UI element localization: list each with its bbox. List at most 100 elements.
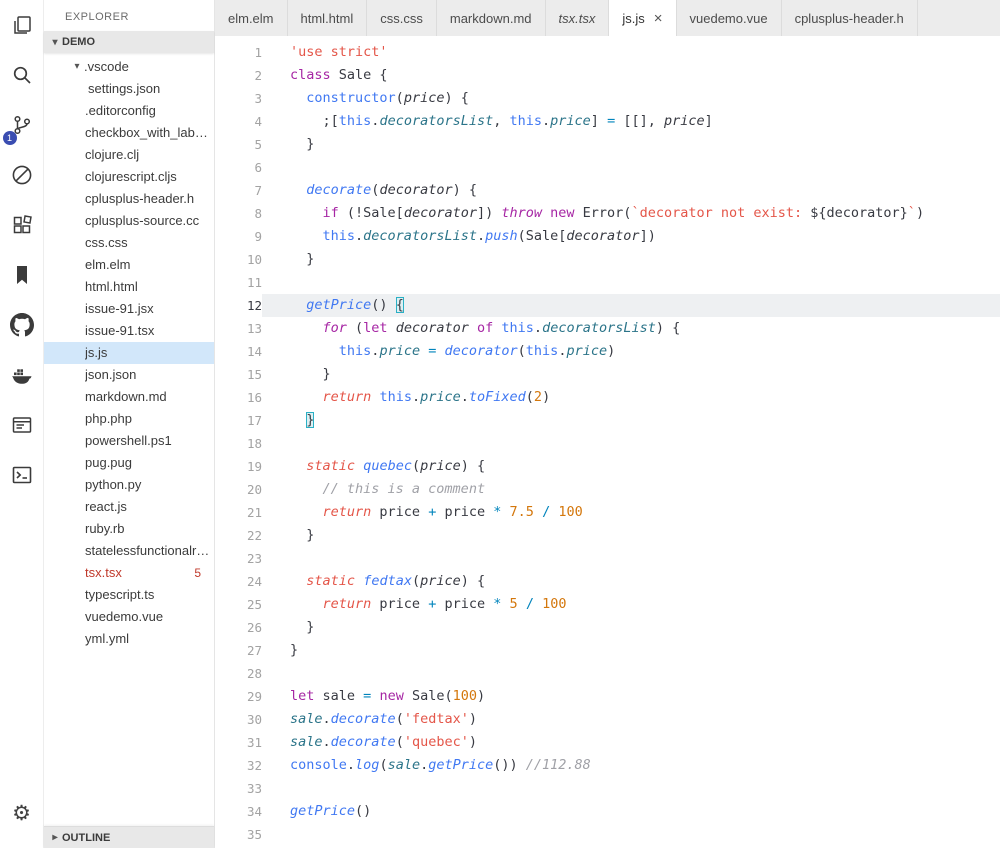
docker-icon[interactable] (0, 350, 44, 400)
line-number[interactable]: 11 (215, 271, 262, 294)
line-number[interactable]: 12 (215, 294, 262, 317)
terminal-icon[interactable] (0, 450, 44, 500)
file-item-python.py[interactable]: python.py (44, 474, 214, 496)
file-item-php.php[interactable]: php.php (44, 408, 214, 430)
bookmarks-icon[interactable] (0, 250, 44, 300)
files-icon[interactable] (0, 0, 44, 50)
file-item-clojure.clj[interactable]: clojure.clj (44, 144, 214, 166)
tab-js.js[interactable]: js.js (609, 0, 676, 36)
preview-icon[interactable] (0, 400, 44, 450)
code-line[interactable]: 26 } (215, 616, 1000, 639)
file-item-clojurescript.cljs[interactable]: clojurescript.cljs (44, 166, 214, 188)
file-item-ruby.rb[interactable]: ruby.rb (44, 518, 214, 540)
line-number[interactable]: 15 (215, 363, 262, 386)
tab-markdown.md[interactable]: markdown.md (437, 0, 546, 36)
line-number[interactable]: 2 (215, 64, 262, 87)
line-number[interactable]: 14 (215, 340, 262, 363)
code-line[interactable]: 8 if (!Sale[decorator]) throw new Error(… (215, 202, 1000, 225)
code-line[interactable]: 10 } (215, 248, 1000, 271)
file-item-vuedemo.vue[interactable]: vuedemo.vue (44, 606, 214, 628)
line-number[interactable]: 17 (215, 409, 262, 432)
close-icon[interactable] (654, 10, 663, 27)
line-number[interactable]: 5 (215, 133, 262, 156)
line-number[interactable]: 33 (215, 777, 262, 800)
code-line[interactable]: 18 (215, 432, 1000, 455)
file-item-settings.json[interactable]: settings.json (44, 78, 214, 100)
line-number[interactable]: 35 (215, 823, 262, 846)
code-line[interactable]: 14 this.price = decorator(this.price) (215, 340, 1000, 363)
tab-html.html[interactable]: html.html (288, 0, 368, 36)
file-item-markdown.md[interactable]: markdown.md (44, 386, 214, 408)
file-item-cplusplus-source.cc[interactable]: cplusplus-source.cc (44, 210, 214, 232)
code-line[interactable]: 5 } (215, 133, 1000, 156)
code-line[interactable]: 19 static quebec(price) { (215, 455, 1000, 478)
line-number[interactable]: 8 (215, 202, 262, 225)
source-control-icon[interactable]: 1 (0, 100, 44, 150)
line-number[interactable]: 30 (215, 708, 262, 731)
line-number[interactable]: 1 (215, 41, 262, 64)
code-line[interactable]: 16 return this.price.toFixed(2) (215, 386, 1000, 409)
line-number[interactable]: 24 (215, 570, 262, 593)
line-number[interactable]: 34 (215, 800, 262, 823)
line-number[interactable]: 19 (215, 455, 262, 478)
code-line[interactable]: 15 } (215, 363, 1000, 386)
line-number[interactable]: 29 (215, 685, 262, 708)
folder-item-.vscode[interactable]: .vscode (44, 56, 214, 78)
file-item-powershell.ps1[interactable]: powershell.ps1 (44, 430, 214, 452)
tab-elm.elm[interactable]: elm.elm (215, 0, 288, 36)
tab-css.css[interactable]: css.css (367, 0, 437, 36)
file-item-tsx.tsx[interactable]: tsx.tsx5 (44, 562, 214, 584)
section-header-demo[interactable]: DEMO (44, 31, 214, 53)
line-number[interactable]: 27 (215, 639, 262, 662)
file-item-.editorconfig[interactable]: .editorconfig (44, 100, 214, 122)
tab-vuedemo.vue[interactable]: vuedemo.vue (677, 0, 782, 36)
file-item-elm.elm[interactable]: elm.elm (44, 254, 214, 276)
tab-cplusplus-header.h[interactable]: cplusplus-header.h (782, 0, 918, 36)
line-number[interactable]: 4 (215, 110, 262, 133)
code-line[interactable]: 28 (215, 662, 1000, 685)
file-item-issue-91.jsx[interactable]: issue-91.jsx (44, 298, 214, 320)
line-number[interactable]: 31 (215, 731, 262, 754)
file-item-js.js[interactable]: js.js (44, 342, 214, 364)
code-area[interactable]: 1'use strict'2class Sale {3 constructor(… (215, 36, 1000, 848)
code-line[interactable]: 30sale.decorate('fedtax') (215, 708, 1000, 731)
code-line[interactable]: 33 (215, 777, 1000, 800)
file-item-issue-91.tsx[interactable]: issue-91.tsx (44, 320, 214, 342)
file-item-css.css[interactable]: css.css (44, 232, 214, 254)
code-line[interactable]: 24 static fedtax(price) { (215, 570, 1000, 593)
line-number[interactable]: 28 (215, 662, 262, 685)
file-item-react.js[interactable]: react.js (44, 496, 214, 518)
no-entry-icon[interactable] (0, 150, 44, 200)
line-number[interactable]: 23 (215, 547, 262, 570)
code-line[interactable]: 4 ;[this.decoratorsList, this.price] = [… (215, 110, 1000, 133)
code-line[interactable]: 21 return price + price * 7.5 / 100 (215, 501, 1000, 524)
line-number[interactable]: 7 (215, 179, 262, 202)
code-line[interactable]: 29let sale = new Sale(100) (215, 685, 1000, 708)
code-line[interactable]: 20 // this is a comment (215, 478, 1000, 501)
file-item-statelessfunctionalr…[interactable]: statelessfunctionalr… (44, 540, 214, 562)
line-number[interactable]: 3 (215, 87, 262, 110)
code-line[interactable]: 2class Sale { (215, 64, 1000, 87)
code-line[interactable]: 31sale.decorate('quebec') (215, 731, 1000, 754)
line-number[interactable]: 9 (215, 225, 262, 248)
code-line[interactable]: 11 (215, 271, 1000, 294)
file-item-cplusplus-header.h[interactable]: cplusplus-header.h (44, 188, 214, 210)
line-number[interactable]: 25 (215, 593, 262, 616)
line-number[interactable]: 21 (215, 501, 262, 524)
code-line[interactable]: 23 (215, 547, 1000, 570)
code-line[interactable]: 7 decorate(decorator) { (215, 179, 1000, 202)
code-line[interactable]: 32console.log(sale.getPrice()) //112.88 (215, 754, 1000, 777)
line-number[interactable]: 10 (215, 248, 262, 271)
line-number[interactable]: 32 (215, 754, 262, 777)
code-line[interactable]: 17 } (215, 409, 1000, 432)
line-number[interactable]: 6 (215, 156, 262, 179)
section-header-outline[interactable]: OUTLINE (44, 826, 214, 848)
file-item-json.json[interactable]: json.json (44, 364, 214, 386)
file-item-typescript.ts[interactable]: typescript.ts (44, 584, 214, 606)
settings-gear-icon[interactable]: ⚙ (0, 788, 44, 838)
code-line[interactable]: 35 (215, 823, 1000, 846)
code-line[interactable]: 3 constructor(price) { (215, 87, 1000, 110)
code-line[interactable]: 25 return price + price * 5 / 100 (215, 593, 1000, 616)
chevron-down-icon[interactable] (70, 56, 84, 78)
search-icon[interactable] (0, 50, 44, 100)
